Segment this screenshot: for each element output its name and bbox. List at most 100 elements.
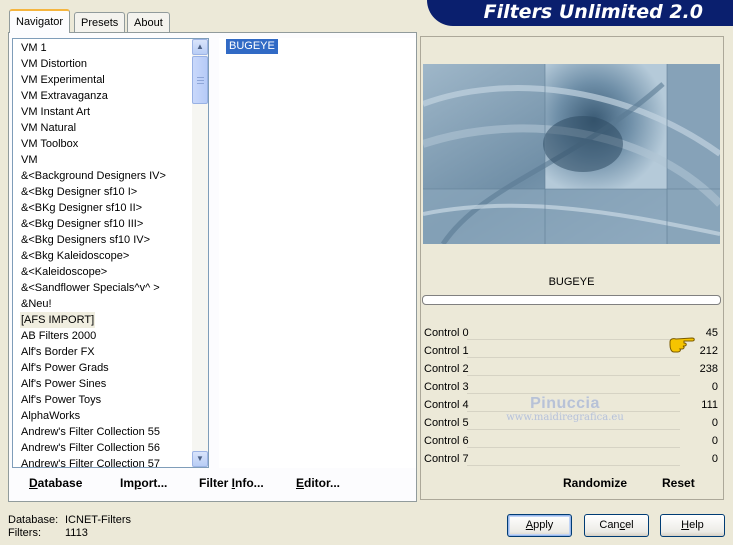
category-list-item[interactable]: &Neu!: [20, 296, 53, 312]
category-list-item[interactable]: Alf's Power Sines: [20, 376, 107, 392]
control-row[interactable]: Control 7 0: [423, 451, 720, 469]
category-list-item[interactable]: VM Toolbox: [20, 136, 79, 152]
category-list-item[interactable]: VM Distortion: [20, 56, 88, 72]
control-value: 0: [711, 453, 718, 465]
scroll-up-button[interactable]: ▲: [192, 39, 208, 55]
scroll-down-arrow-icon: ▼: [196, 454, 204, 463]
category-list-item[interactable]: VM Natural: [20, 120, 77, 136]
category-list-item[interactable]: VM: [20, 152, 39, 168]
category-list-item[interactable]: &<Bkg Designers sf10 IV>: [20, 232, 151, 248]
category-list-item[interactable]: Alf's Power Toys: [20, 392, 102, 408]
watermark: Pinuccia www.maidiregrafica.eu: [495, 395, 635, 423]
cancel-button[interactable]: Cancel: [584, 514, 649, 537]
tab-presets[interactable]: Presets: [74, 12, 126, 32]
button-text: atabase: [37, 476, 83, 490]
category-list-item[interactable]: &<BKg Designer sf10 II>: [20, 200, 143, 216]
filter-list[interactable]: BUGEYE: [219, 38, 416, 468]
mnemonic: E: [296, 476, 305, 490]
control-label: Control 7: [424, 453, 469, 465]
category-list-item[interactable]: VM 1: [20, 40, 48, 56]
control-label: Control 2: [424, 363, 469, 375]
category-list-item[interactable]: Alf's Border FX: [20, 344, 96, 360]
mnemonic: D: [29, 476, 38, 490]
category-list-item[interactable]: VM Instant Art: [20, 104, 91, 120]
control-value: 0: [711, 381, 718, 393]
filters-status-value: 1113: [65, 527, 88, 539]
tab-presets-label: Presets: [81, 17, 119, 29]
control-label: Control 0: [424, 327, 469, 339]
button-text: Filter: [199, 476, 232, 490]
button-text: el: [625, 519, 634, 531]
category-list-item[interactable]: Andrew's Filter Collection 55: [20, 424, 161, 440]
category-list-item[interactable]: Alf's Power Grads: [20, 360, 110, 376]
control-value: 212: [699, 345, 718, 357]
scroll-down-button[interactable]: ▼: [192, 451, 208, 467]
control-value: 0: [711, 435, 718, 447]
database-button[interactable]: Database: [29, 476, 82, 490]
selected-filter-name: BUGEYE: [548, 276, 595, 288]
button-text: Can: [599, 519, 620, 531]
category-list-item[interactable]: &<Bkg Kaleidoscope>: [20, 248, 130, 264]
button-text: Im: [120, 476, 135, 490]
database-status-label: Database:: [8, 514, 59, 526]
control-slider-track[interactable]: [467, 375, 680, 376]
control-label: Control 6: [424, 435, 469, 447]
control-row[interactable]: Control 6 0: [423, 433, 720, 451]
category-list-item[interactable]: Andrew's Filter Collection 57: [20, 456, 161, 467]
scroll-grip: [197, 80, 204, 81]
help-button[interactable]: Help: [660, 514, 725, 537]
watermark-url: www.maidiregrafica.eu: [506, 412, 624, 423]
button-text: ditor...: [304, 476, 341, 490]
reset-button[interactable]: Reset: [662, 476, 695, 490]
preview-artwork: [421, 64, 723, 246]
control-label: Control 1: [424, 345, 469, 357]
import-button[interactable]: Import...: [120, 476, 167, 490]
button-text: elp: [689, 519, 704, 531]
navigator-button-bar: Database Import... Filter Info... Editor…: [12, 470, 416, 496]
control-slider-track[interactable]: [467, 393, 680, 394]
scroll-thumb[interactable]: [192, 56, 208, 104]
control-value: 238: [699, 363, 718, 375]
control-slider-track[interactable]: [467, 447, 680, 448]
category-list-item[interactable]: &<Kaleidoscope>: [20, 264, 108, 280]
mnemonic: A: [525, 519, 534, 531]
filters-status-label: Filters:: [8, 527, 41, 539]
category-list-item[interactable]: VM Extravaganza: [20, 88, 109, 104]
button-text: nfo...: [235, 476, 264, 490]
control-slider-track[interactable]: [467, 429, 680, 430]
tab-about-label: About: [134, 17, 163, 29]
tab-navigator[interactable]: Navigator: [9, 9, 71, 33]
filter-info-button[interactable]: Filter Info...: [199, 476, 264, 490]
button-text: pply: [533, 519, 554, 531]
category-list-item[interactable]: &<Bkg Designer sf10 III>: [20, 216, 144, 232]
scroll-up-arrow-icon: ▲: [196, 42, 204, 51]
tab-about[interactable]: About: [127, 12, 170, 32]
control-slider-track[interactable]: [467, 357, 680, 358]
control-value: 45: [705, 327, 718, 339]
randomize-button[interactable]: Randomize: [563, 476, 627, 490]
category-list-item[interactable]: &<Bkg Designer sf10 I>: [20, 184, 138, 200]
category-list-item[interactable]: &<Background Designers IV>: [20, 168, 167, 184]
filter-item-bugeye[interactable]: BUGEYE: [226, 39, 278, 54]
category-list-scrollbar[interactable]: ▲ ▼: [192, 39, 208, 467]
editor-button[interactable]: Editor...: [296, 476, 340, 490]
category-list-item[interactable]: AlphaWorks: [20, 408, 81, 424]
button-text: ort...: [141, 476, 168, 490]
category-list-item[interactable]: &<Sandflower Specials^v^ >: [20, 280, 161, 296]
database-status-value: ICNET-Filters: [65, 514, 131, 526]
category-list-item[interactable]: VM Experimental: [20, 72, 106, 88]
control-label: Control 4: [424, 399, 469, 411]
category-list-item[interactable]: AB Filters 2000: [20, 328, 97, 344]
control-value: 111: [701, 399, 718, 411]
scroll-grip: [197, 83, 204, 84]
apply-button[interactable]: Apply: [507, 514, 572, 537]
control-slider-track[interactable]: [467, 339, 680, 340]
control-row[interactable]: Control 2 238: [423, 361, 720, 379]
control-label: Control 3: [424, 381, 469, 393]
category-list-item[interactable]: [AFS IMPORT]: [20, 312, 96, 328]
control-slider-track[interactable]: [467, 465, 680, 466]
category-list[interactable]: VM 1 VM Distortion VM Experimental VM Extra…: [12, 38, 209, 468]
scroll-grip: [197, 77, 204, 78]
category-list-item[interactable]: Andrew's Filter Collection 56: [20, 440, 161, 456]
app-title: Filters Unlimited 2.0: [483, 1, 703, 23]
